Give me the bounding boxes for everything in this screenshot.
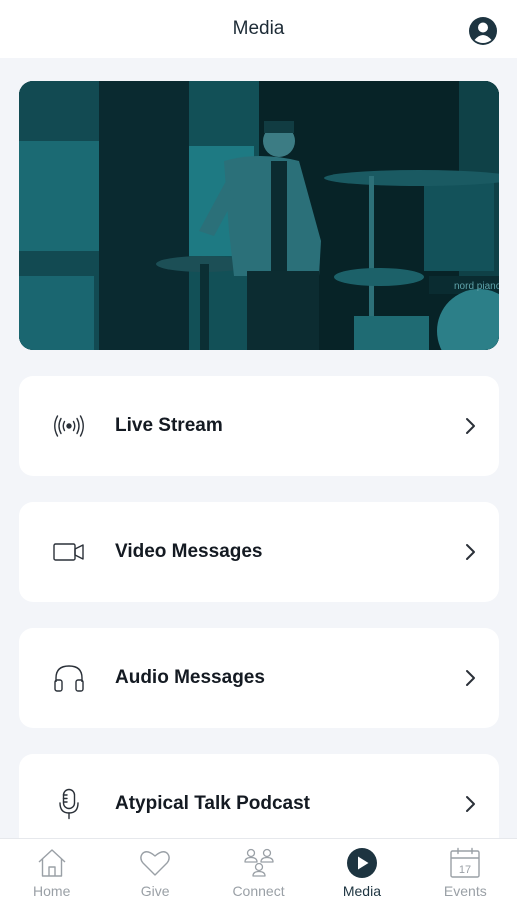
tab-home-label: Home (33, 883, 71, 899)
tab-connect[interactable]: Connect (207, 839, 310, 900)
video-camera-icon (52, 536, 86, 568)
chevron-right-icon (466, 544, 475, 560)
calendar-day: 17 (459, 864, 471, 876)
featured-media-image[interactable]: nord piano (19, 81, 499, 350)
profile-icon (469, 17, 497, 45)
tab-media-label: Media (342, 883, 381, 899)
heart-icon (138, 847, 172, 879)
broadcast-icon (52, 410, 86, 442)
tab-home[interactable]: Home (0, 839, 103, 900)
people-icon (242, 847, 276, 879)
bottom-tab-bar: Home Give Connect Media 17 Events (0, 838, 517, 900)
chevron-right-icon (466, 670, 475, 686)
profile-button[interactable] (468, 16, 498, 46)
tab-give-label: Give (140, 883, 170, 899)
calendar-icon: 17 (448, 847, 482, 879)
tab-media[interactable]: Media (310, 839, 413, 900)
audio-messages-label: Audio Messages (115, 667, 265, 688)
audio-messages-item[interactable]: Audio Messages (19, 628, 499, 728)
home-icon (35, 847, 69, 879)
microphone-icon (52, 788, 86, 820)
chevron-right-icon (466, 418, 475, 434)
tab-give[interactable]: Give (103, 839, 206, 900)
chevron-right-icon (466, 796, 475, 812)
play-icon (345, 847, 379, 879)
hero-overlay-text: nord piano (454, 281, 499, 292)
video-messages-item[interactable]: Video Messages (19, 502, 499, 602)
page-title: Media (232, 18, 285, 39)
tab-connect-label: Connect (232, 883, 285, 899)
top-bar: Media (0, 0, 517, 58)
tab-events[interactable]: 17 Events (414, 839, 517, 900)
tab-events-label: Events (443, 883, 487, 899)
video-messages-label: Video Messages (115, 541, 263, 562)
live-stream-label: Live Stream (115, 415, 223, 436)
live-stream-item[interactable]: Live Stream (19, 376, 499, 476)
headphones-icon (52, 662, 86, 694)
